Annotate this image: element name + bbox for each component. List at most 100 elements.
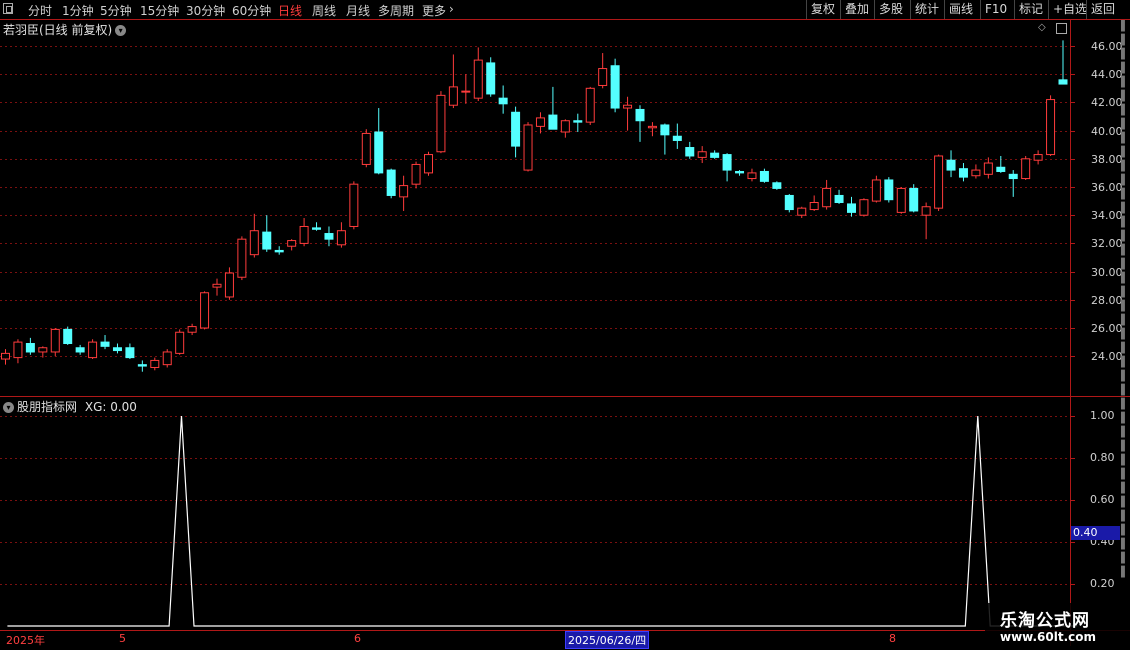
candle-body	[249, 230, 259, 256]
candle-body	[88, 341, 98, 359]
candle-body	[784, 194, 794, 211]
price-tick-label: 36.00	[1091, 181, 1123, 194]
candle-body	[212, 283, 222, 288]
candle-body	[448, 86, 458, 106]
candle-body	[200, 292, 210, 329]
candle-body	[175, 331, 185, 354]
candle-body	[983, 162, 993, 175]
candle-body	[63, 328, 73, 345]
candle-body	[1, 352, 10, 360]
candle-body	[685, 147, 695, 157]
price-tick-label: 32.00	[1091, 237, 1123, 251]
candle-body	[162, 351, 172, 366]
candle-body	[100, 341, 110, 347]
candle-body	[312, 227, 322, 230]
candle-body	[187, 326, 197, 333]
xg-value: XG: 0.00	[84, 400, 137, 414]
price-tick-label: 40.00	[1091, 124, 1123, 138]
candle-body	[884, 179, 894, 201]
candle-body	[958, 168, 968, 178]
candle-body	[523, 124, 533, 171]
price-tick-label: 30.00	[1091, 265, 1123, 279]
candle-body	[672, 135, 682, 141]
candle-body	[909, 187, 919, 212]
candle-body	[137, 364, 147, 367]
candle-body	[859, 199, 869, 216]
candle-body	[150, 359, 160, 368]
candle-body	[560, 120, 570, 133]
candle-body	[1033, 154, 1043, 161]
xg-series-line	[7, 415, 1078, 627]
candle-body	[722, 154, 732, 171]
cursor-value-tag: 0.40	[1071, 526, 1120, 540]
candle-body	[361, 132, 371, 165]
candle-body	[75, 347, 85, 353]
selected-date: 2025/06/26/四	[565, 631, 650, 649]
candle-body	[386, 169, 396, 196]
candle-body	[50, 328, 60, 353]
candle-body	[971, 169, 981, 177]
candle-body	[871, 179, 881, 202]
date-month-8: 8	[889, 632, 896, 645]
candle-body	[610, 65, 620, 109]
candle-body	[224, 272, 234, 298]
candle-body	[274, 249, 284, 253]
candle-body	[336, 230, 346, 246]
candle-body	[585, 87, 595, 123]
indicator-title: ▾ 股朋指标网 XG: 0.00	[3, 398, 137, 415]
candle-body	[112, 347, 122, 352]
candle-body	[237, 238, 247, 278]
date-month-5: 5	[119, 632, 126, 645]
candle-body	[486, 62, 496, 95]
indicator-tick-label: 0.20	[1090, 577, 1115, 590]
candle-body	[996, 166, 1006, 172]
candle-body	[13, 341, 23, 359]
watermark-title: 乐淘公式网	[1000, 611, 1090, 631]
candle-body	[473, 59, 483, 99]
price-tick-label: 28.00	[1091, 293, 1123, 307]
candle-body	[847, 203, 856, 213]
candle-body	[349, 183, 359, 227]
candle-body	[287, 240, 297, 247]
indicator-tick-label: 1.00	[1090, 409, 1115, 422]
candle-body	[635, 108, 645, 122]
chevron-down-icon[interactable]: ▾	[3, 402, 14, 413]
candle-body	[747, 172, 757, 180]
candle-body	[461, 90, 471, 93]
candle-body	[324, 233, 334, 240]
candle-body	[896, 187, 906, 213]
candle-body	[921, 206, 931, 216]
candle-body	[25, 343, 35, 353]
price-tick-label: 46.00	[1091, 40, 1123, 53]
candle-body	[1021, 158, 1031, 180]
candle-body	[399, 185, 409, 198]
candle-body	[772, 182, 782, 189]
indicator-name: 股朋指标网	[17, 400, 78, 414]
kline-chart[interactable]	[0, 0, 1130, 650]
watermark-url: www.60lt.com	[1000, 630, 1097, 644]
candle-body	[797, 207, 807, 216]
candle-body	[424, 154, 433, 174]
candle-body	[262, 231, 272, 250]
candle-body	[125, 347, 135, 359]
candle-body	[759, 170, 769, 182]
candle-body	[511, 111, 521, 147]
price-tick-label: 24.00	[1091, 350, 1123, 364]
indicator-tick-label: 0.60	[1090, 493, 1115, 506]
price-tick-label: 42.00	[1091, 96, 1123, 110]
candle-body	[1008, 173, 1018, 180]
candle-body	[548, 114, 558, 130]
price-tick-label: 26.00	[1091, 322, 1123, 335]
candle-body	[1046, 99, 1056, 156]
candle-body	[660, 124, 670, 136]
candle-body	[647, 125, 657, 129]
candle-body	[623, 104, 633, 109]
candle-body	[573, 120, 583, 123]
price-tick-label: 34.00	[1091, 209, 1123, 223]
candle-body	[598, 68, 608, 86]
candle-body	[498, 97, 508, 105]
indicator-tick-label: 0.80	[1090, 451, 1115, 464]
candle-body	[834, 194, 844, 204]
date-year: 2025年	[6, 634, 45, 647]
candle-body	[535, 117, 545, 127]
